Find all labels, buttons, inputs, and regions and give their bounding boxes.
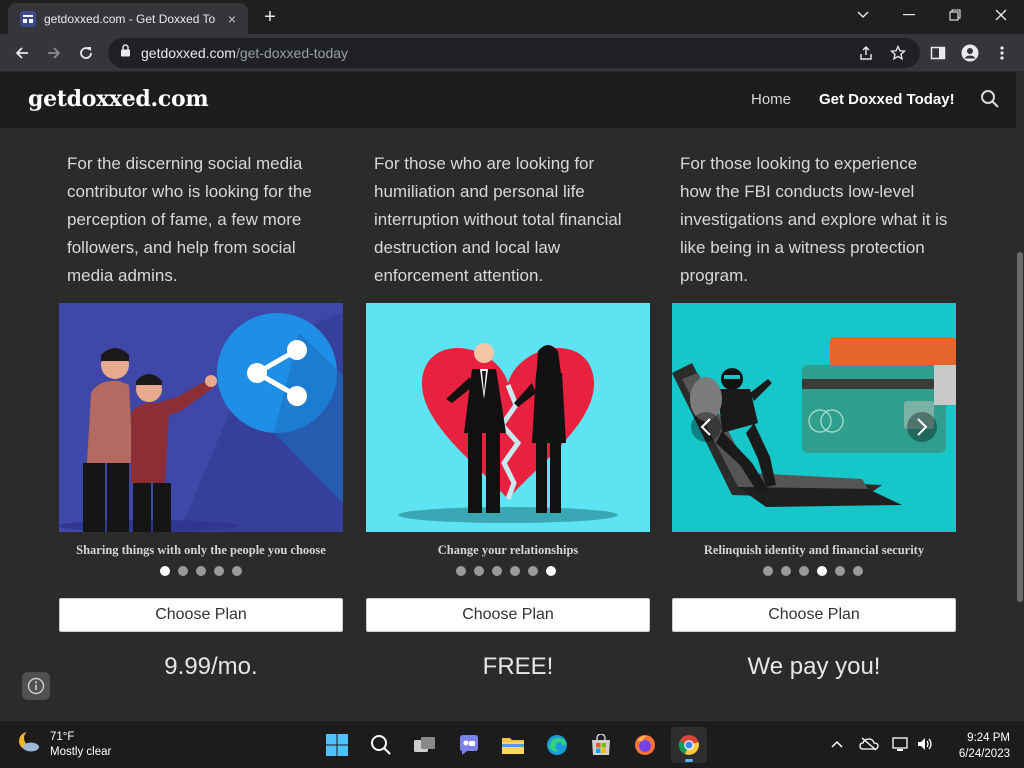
site-favicon-icon	[20, 10, 36, 27]
choose-plan-button[interactable]: Choose Plan	[366, 598, 650, 632]
nav-link-home[interactable]: Home	[751, 91, 791, 108]
firefox-icon[interactable]	[627, 727, 663, 763]
browser-tab[interactable]: getdoxxed.com - Get Doxxed To ×	[8, 3, 248, 34]
file-explorer-icon[interactable]	[495, 727, 531, 763]
taskbar-search-icon[interactable]	[363, 727, 399, 763]
plan-price: We pay you!	[747, 653, 881, 680]
carousel-dot[interactable]	[763, 566, 773, 576]
weather-condition: Mostly clear	[50, 745, 112, 758]
lock-icon[interactable]	[120, 44, 131, 62]
plan-price: FREE!	[482, 653, 554, 680]
windows-start-icon[interactable]	[319, 727, 355, 763]
search-icon[interactable]	[980, 89, 1002, 111]
carousel-dot[interactable]	[835, 566, 845, 576]
carousel-dot[interactable]	[232, 566, 242, 576]
task-view-icon[interactable]	[407, 727, 443, 763]
side-panel-icon[interactable]	[924, 39, 952, 67]
microsoft-store-icon[interactable]	[583, 727, 619, 763]
browser-tab-strip: getdoxxed.com - Get Doxxed To × +	[0, 0, 1024, 34]
share-icon[interactable]	[852, 39, 880, 67]
back-arrow-icon[interactable]	[8, 39, 36, 67]
carousel-dot[interactable]	[781, 566, 791, 576]
browser-toolbar: getdoxxed.com/get-doxxed-today	[0, 34, 1024, 72]
plan-price: 9.99/mo.	[164, 653, 258, 680]
new-tab-icon[interactable]: +	[258, 6, 282, 30]
moon-cloud-icon	[16, 729, 42, 760]
slide-caption: Change your relationships	[437, 543, 579, 557]
address-bar[interactable]: getdoxxed.com/get-doxxed-today	[108, 38, 920, 68]
weather-temperature: 71°F	[50, 730, 75, 743]
bookmark-star-icon[interactable]	[884, 39, 912, 67]
page-scrollbar[interactable]	[1016, 72, 1024, 720]
minimize-icon[interactable]	[886, 0, 932, 30]
network-icon[interactable]	[890, 733, 912, 755]
plan-slide-image-sharing	[59, 303, 343, 532]
carousel-dot[interactable]	[492, 566, 502, 576]
site-logo[interactable]: getdoxxed.com	[28, 86, 209, 112]
carousel-dot[interactable]	[196, 566, 206, 576]
site-header: getdoxxed.com Home Get Doxxed Today!	[0, 72, 1016, 128]
nav-link-get-doxxed-today[interactable]: Get Doxxed Today!	[819, 91, 955, 108]
volume-icon[interactable]	[914, 733, 936, 755]
url-host: getdoxxed.com	[141, 45, 236, 61]
carousel-dot[interactable]	[853, 566, 863, 576]
carousel-dot[interactable]	[799, 566, 809, 576]
url-path: /get-doxxed-today	[235, 45, 349, 61]
info-icon[interactable]	[22, 672, 50, 700]
carousel-dots	[763, 566, 863, 576]
reload-icon[interactable]	[72, 39, 100, 67]
profile-avatar-icon[interactable]	[956, 39, 984, 67]
plan-slide-image-identity	[672, 303, 956, 532]
url-text: getdoxxed.com/get-doxxed-today	[141, 45, 348, 61]
pricing-section: For the discerning social media contribu…	[0, 128, 1016, 720]
kebab-menu-icon[interactable]	[988, 39, 1016, 67]
restore-icon[interactable]	[932, 0, 978, 30]
teams-chat-icon[interactable]	[451, 727, 487, 763]
choose-plan-button[interactable]: Choose Plan	[59, 598, 343, 632]
carousel-dot[interactable]	[456, 566, 466, 576]
carousel-dot[interactable]	[528, 566, 538, 576]
slide-caption: Sharing things with only the people you …	[76, 543, 326, 557]
carousel-dot[interactable]	[214, 566, 224, 576]
weather-widget[interactable]: 71°F Mostly clear	[16, 729, 111, 760]
carousel-dots	[456, 566, 556, 576]
tray-overflow-chevron-icon[interactable]	[826, 733, 848, 755]
plan-slide-image-relationships	[366, 303, 650, 532]
carousel-dot[interactable]	[546, 566, 556, 576]
window-close-icon[interactable]	[978, 0, 1024, 30]
slide-caption: Relinquish identity and financial securi…	[703, 543, 925, 557]
carousel-dot[interactable]	[817, 566, 827, 576]
chrome-icon[interactable]	[671, 727, 707, 763]
edge-browser-icon[interactable]	[539, 727, 575, 763]
plan-description: For those looking to experience how the …	[680, 154, 948, 285]
carousel-dots	[160, 566, 242, 576]
tab-close-icon[interactable]: ×	[224, 11, 240, 27]
clock-time: 9:24 PM	[967, 732, 1010, 744]
carousel-dot[interactable]	[474, 566, 484, 576]
plan-description: For those who are looking for humiliatio…	[374, 154, 622, 285]
choose-plan-button[interactable]: Choose Plan	[672, 598, 956, 632]
onedrive-offline-icon[interactable]	[858, 733, 880, 755]
taskbar-clock[interactable]: 9:24 PM 6/24/2023	[946, 730, 1010, 762]
windows-taskbar: 71°F Mostly clear 9:24 PM 6/24/2023	[0, 720, 1024, 768]
carousel-dot[interactable]	[160, 566, 170, 576]
tab-search-dropdown-icon[interactable]	[840, 0, 886, 30]
plan-description: For the discerning social media contribu…	[67, 154, 312, 285]
carousel-dot[interactable]	[178, 566, 188, 576]
forward-arrow-icon[interactable]	[40, 39, 68, 67]
scrollbar-thumb[interactable]	[1017, 252, 1023, 602]
tab-title: getdoxxed.com - Get Doxxed To	[44, 11, 216, 26]
carousel-dot[interactable]	[510, 566, 520, 576]
clock-date: 6/24/2023	[958, 748, 1010, 760]
